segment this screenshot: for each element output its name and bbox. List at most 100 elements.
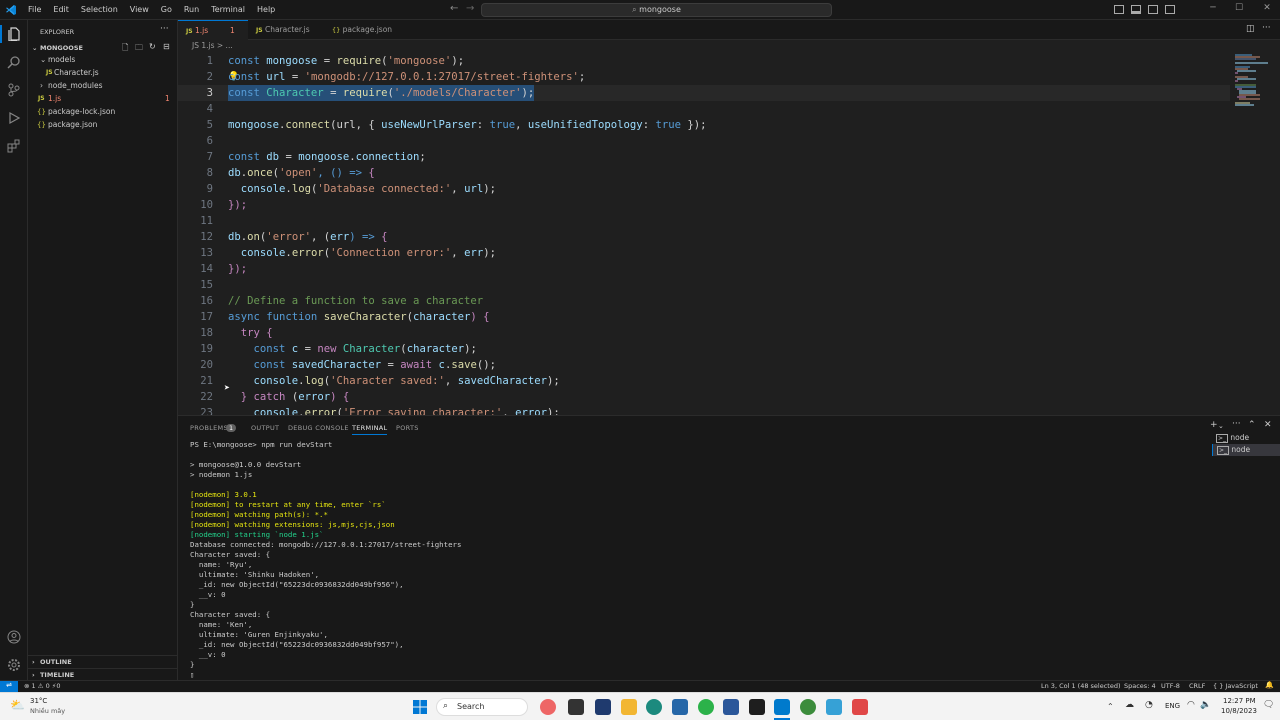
- file-explorer-icon[interactable]: [621, 699, 637, 715]
- timeline-section[interactable]: › TIMELINE: [28, 668, 178, 680]
- task-view-icon[interactable]: [568, 699, 584, 715]
- code-editor[interactable]: 1 const mongoose = require('mongoose'); 2…: [178, 53, 1230, 415]
- outline-section[interactable]: › OUTLINE: [28, 655, 178, 667]
- clock-date[interactable]: 10/8/2023: [1221, 707, 1257, 715]
- wifi-icon[interactable]: ◠: [1187, 700, 1195, 710]
- tray-chevron-up-icon[interactable]: ⌃: [1107, 702, 1114, 711]
- panel-more-icon[interactable]: ···: [1232, 419, 1241, 429]
- volume-icon[interactable]: 🔈: [1200, 700, 1211, 710]
- app-icon-snipping[interactable]: [852, 699, 868, 715]
- menu-view[interactable]: View: [124, 0, 155, 20]
- tab-1-js[interactable]: JS 1.js 1: [178, 20, 248, 40]
- menu-go[interactable]: Go: [155, 0, 178, 20]
- toggle-secondary-sidebar-icon[interactable]: [1148, 5, 1158, 14]
- terminal-line: }: [190, 660, 195, 669]
- microsoft-store-icon[interactable]: [672, 699, 688, 715]
- line-number: 5: [206, 119, 213, 131]
- windows-start-icon[interactable]: [413, 700, 427, 714]
- edge-browser-icon[interactable]: [646, 699, 662, 715]
- code-line: 16// Define a function to save a charact…: [178, 293, 1230, 309]
- close-icon[interactable]: ✕: [1256, 3, 1278, 13]
- source-control-icon[interactable]: [5, 81, 23, 99]
- panel-tab-output[interactable]: OUTPUT: [251, 424, 279, 432]
- tree-item-1-js[interactable]: JS 1.js 1: [28, 93, 178, 105]
- windows-taskbar: ⛅ 31°C Nhiều mây ⌕ Search ⌃ ☁ ◔ ENG ◠ 🔈 …: [0, 692, 1280, 720]
- language-indicator[interactable]: ENG: [1165, 702, 1180, 710]
- tab-package-json[interactable]: {} package.json: [324, 20, 404, 40]
- cursor-position[interactable]: Ln 3, Col 1 (48 selected): [1041, 682, 1121, 690]
- weather-desc[interactable]: Nhiều mây: [30, 707, 65, 715]
- panel-tab-problems[interactable]: PROBLEMS: [190, 424, 228, 432]
- vscode-taskbar-icon[interactable]: [774, 699, 790, 715]
- code-line: 19 const c = new Character(character);: [178, 341, 1230, 357]
- menu-terminal[interactable]: Terminal: [205, 0, 251, 20]
- minimap[interactable]: [1230, 53, 1280, 415]
- menu-file[interactable]: File: [22, 0, 47, 20]
- network-icon[interactable]: ◔: [1145, 700, 1153, 710]
- notifications-bell-icon[interactable]: 🔔: [1265, 681, 1274, 689]
- problems-status[interactable]: ⊗ 1 ⚠ 0 ⚡0: [24, 682, 61, 690]
- remote-indicator-icon[interactable]: ⇌: [0, 681, 18, 692]
- collapse-all-icon[interactable]: ⊟: [163, 42, 170, 51]
- app-icon-calculator[interactable]: [826, 699, 842, 715]
- panel-tab-terminal[interactable]: TERMINAL: [352, 424, 388, 435]
- maximize-icon[interactable]: ☐: [1228, 3, 1250, 13]
- tree-item-character-js[interactable]: JS Character.js: [28, 67, 178, 79]
- customize-layout-icon[interactable]: [1165, 5, 1175, 14]
- explorer-icon[interactable]: [0, 25, 28, 43]
- terminal-output[interactable]: PS E:\mongoose> npm run devStart > mongo…: [190, 440, 1190, 680]
- close-panel-icon[interactable]: ✕: [1264, 420, 1272, 430]
- tree-item-node-modules[interactable]: › node_modules: [28, 80, 178, 92]
- weather-temp[interactable]: 31°C: [30, 697, 47, 705]
- maximize-panel-icon[interactable]: ⌃: [1248, 420, 1256, 430]
- chevron-down-icon[interactable]: ⌄: [1218, 422, 1224, 430]
- breadcrumb[interactable]: JS 1.js > ...: [178, 41, 1280, 53]
- more-actions-icon[interactable]: ···: [160, 24, 169, 34]
- command-center-search[interactable]: ⌕ mongoose: [481, 3, 832, 17]
- chrome-browser-icon[interactable]: [698, 699, 714, 715]
- minimize-icon[interactable]: ─: [1202, 3, 1224, 13]
- onedrive-icon[interactable]: ☁: [1125, 700, 1134, 710]
- language-mode[interactable]: { } JavaScript: [1213, 682, 1258, 690]
- extensions-icon[interactable]: [5, 137, 23, 155]
- new-terminal-icon[interactable]: +: [1210, 420, 1218, 430]
- refresh-icon[interactable]: ↻: [149, 42, 156, 51]
- line-number: 2: [206, 71, 213, 83]
- menu-selection[interactable]: Selection: [75, 0, 124, 20]
- back-arrow-icon[interactable]: ←: [450, 3, 458, 14]
- panel-tab-ports[interactable]: PORTS: [396, 424, 419, 432]
- menu-edit[interactable]: Edit: [47, 0, 75, 20]
- line-number: 10: [200, 199, 213, 211]
- terminal-app-icon[interactable]: [749, 699, 765, 715]
- tree-item-models[interactable]: ⌄ models: [28, 54, 178, 66]
- tree-item-package-json[interactable]: {} package.json: [28, 119, 178, 131]
- panel-tab-debug-console[interactable]: DEBUG CONSOLE: [288, 424, 349, 432]
- terminal-icon: >_: [1216, 434, 1229, 443]
- search-icon[interactable]: [5, 53, 23, 71]
- terminal-list-item[interactable]: >_ node: [1212, 432, 1280, 444]
- menu-help[interactable]: Help: [251, 0, 281, 20]
- clock-time[interactable]: 12:27 PM: [1223, 697, 1256, 705]
- tab-character-js[interactable]: JS Character.js: [248, 20, 324, 40]
- word-icon[interactable]: [723, 699, 739, 715]
- run-debug-icon[interactable]: [5, 109, 23, 127]
- editor-more-icon[interactable]: ···: [1262, 23, 1271, 33]
- split-editor-icon[interactable]: ◫: [1246, 24, 1255, 34]
- encoding[interactable]: UTF-8: [1161, 682, 1180, 690]
- account-icon[interactable]: [5, 628, 23, 646]
- terminal-list-item-active[interactable]: >_ node: [1212, 444, 1280, 456]
- taskbar-search-box[interactable]: ⌕ Search: [436, 698, 528, 716]
- forward-arrow-icon[interactable]: →: [466, 3, 474, 14]
- toggle-panel-icon[interactable]: [1131, 5, 1141, 14]
- toggle-sidebar-icon[interactable]: [1114, 5, 1124, 14]
- indentation[interactable]: Spaces: 4: [1124, 682, 1156, 690]
- mongodb-compass-icon[interactable]: [800, 699, 816, 715]
- app-icon-photoshop[interactable]: [595, 699, 611, 715]
- settings-gear-icon[interactable]: [5, 656, 23, 674]
- notification-center-icon[interactable]: 🗨: [1263, 700, 1274, 710]
- tree-item-package-lock-json[interactable]: {} package-lock.json: [28, 106, 178, 118]
- terminal-icon: >_: [1217, 446, 1230, 455]
- app-icon-copilot[interactable]: [540, 699, 556, 715]
- line-ending[interactable]: CRLF: [1189, 682, 1205, 690]
- menu-run[interactable]: Run: [178, 0, 205, 20]
